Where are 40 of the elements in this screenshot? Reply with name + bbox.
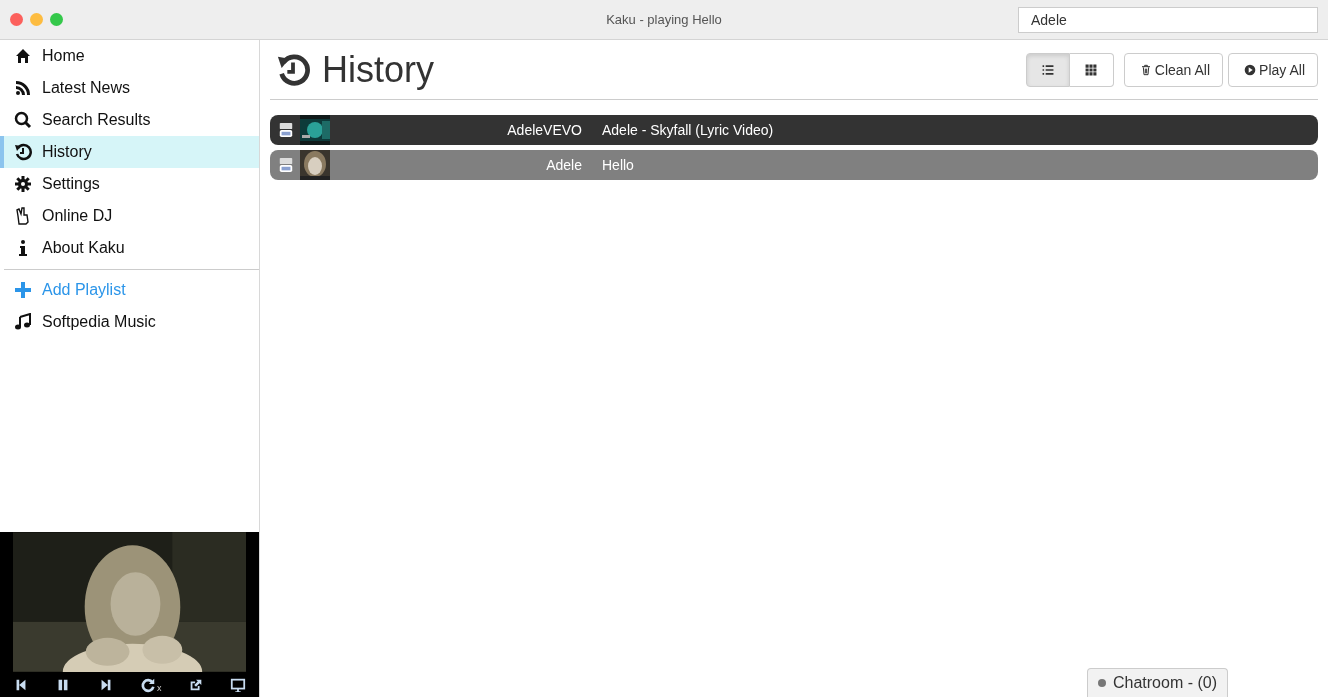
sidebar-item[interactable]: About Kaku xyxy=(0,232,259,264)
hand-icon xyxy=(14,207,32,225)
grid-icon xyxy=(1084,62,1099,77)
sidebar-item[interactable]: Settings xyxy=(0,168,259,200)
search-field[interactable]: Adele xyxy=(1018,7,1318,33)
music-note-icon xyxy=(14,313,32,331)
sidebar-item[interactable]: Home xyxy=(0,40,259,72)
history-icon xyxy=(14,143,32,161)
monitor-icon xyxy=(229,676,246,693)
sidebar-item[interactable]: Search Results xyxy=(0,104,259,136)
window-title: Kaku - playing Hello xyxy=(606,12,722,27)
track-row[interactable]: AdeleVEVO Adele - Skyfall (Lyric Video) xyxy=(270,115,1318,145)
playlist-item[interactable]: Softpedia Music xyxy=(0,306,259,338)
channel-name: AdeleVEVO xyxy=(506,122,583,138)
sidebar-item[interactable]: Latest News xyxy=(0,72,259,104)
history-icon xyxy=(276,52,310,87)
track-row[interactable]: Adele Hello xyxy=(270,150,1318,180)
track-title: Hello xyxy=(602,157,634,173)
sidebar-item[interactable]: Online DJ xyxy=(0,200,259,232)
home-icon xyxy=(14,47,32,65)
track-title: Adele - Skyfall (Lyric Video) xyxy=(602,122,774,138)
play-icon xyxy=(1244,63,1257,76)
rss-icon xyxy=(14,79,32,97)
settings-icon xyxy=(14,175,32,193)
channel-name: Adele xyxy=(545,157,583,173)
repeat-button[interactable]: x xyxy=(139,676,162,693)
plus-icon xyxy=(14,281,32,299)
list-view-button[interactable] xyxy=(1025,52,1070,87)
page-title: History xyxy=(322,48,435,91)
search-icon xyxy=(14,111,32,129)
grid-view-button[interactable] xyxy=(1069,52,1114,87)
chatroom-button[interactable]: Chatroom - (0) xyxy=(1086,668,1228,697)
clean-all-button[interactable]: Clean All xyxy=(1123,52,1224,87)
trash-icon xyxy=(1139,63,1152,76)
list-icon xyxy=(1040,62,1055,77)
monitor-button[interactable] xyxy=(229,676,246,693)
repeat-icon xyxy=(139,676,156,693)
sidebar-item[interactable]: History xyxy=(0,136,259,168)
play-all-button[interactable]: Play All xyxy=(1228,52,1318,87)
close-button[interactable] xyxy=(10,13,23,26)
